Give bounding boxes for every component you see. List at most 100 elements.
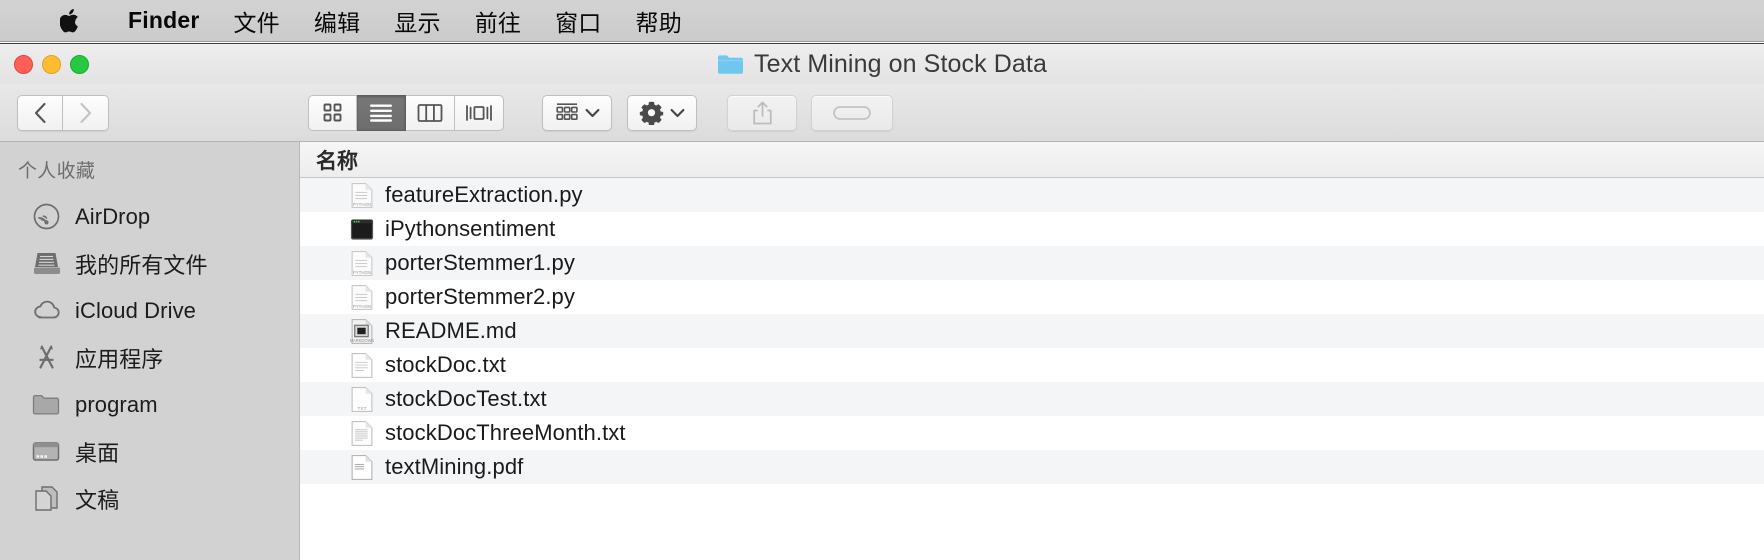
sidebar-item-icloud-drive[interactable]: iCloud Drive bbox=[0, 287, 299, 334]
terminal-app-icon bbox=[350, 218, 374, 240]
coverflow-view-icon bbox=[466, 104, 492, 121]
sidebar-section-favorites: 个人收藏 bbox=[18, 161, 96, 182]
airdrop-icon bbox=[32, 203, 60, 231]
documents-icon bbox=[32, 485, 60, 513]
sidebar-item-label: AirDrop bbox=[75, 203, 151, 229]
svg-text:PYTHON: PYTHON bbox=[353, 269, 372, 274]
file-list: 名称 PYTHON featureExtraction.py iPythonse… bbox=[300, 142, 1764, 560]
file-name: stockDoc.txt bbox=[385, 352, 507, 377]
sidebar-item-airdrop[interactable]: AirDrop bbox=[0, 193, 299, 240]
close-button[interactable] bbox=[14, 54, 33, 74]
table-row[interactable]: PYTHON porterStemmer2.py bbox=[300, 280, 1764, 314]
view-mode-segmented-control bbox=[308, 94, 504, 131]
toolbar bbox=[0, 84, 1764, 142]
forward-button[interactable] bbox=[63, 94, 109, 131]
file-name: featureExtraction.py bbox=[385, 182, 583, 207]
column-view-button[interactable] bbox=[406, 94, 455, 131]
applications-icon bbox=[32, 344, 60, 372]
menu-item-view[interactable]: 显示 bbox=[394, 4, 440, 38]
action-menu-button[interactable] bbox=[627, 94, 697, 131]
back-button[interactable] bbox=[17, 94, 63, 131]
table-row[interactable]: stockDoc.txt bbox=[300, 348, 1764, 382]
sidebar-item-desktop[interactable]: 桌面 bbox=[0, 428, 299, 475]
menu-item-window[interactable]: 窗口 bbox=[555, 4, 601, 38]
file-name: README.md bbox=[385, 318, 517, 343]
python-file-icon: PYTHON bbox=[351, 250, 373, 276]
sidebar-item-label: iCloud Drive bbox=[75, 297, 197, 323]
table-row[interactable]: PYTHON featureExtraction.py bbox=[300, 178, 1764, 212]
desktop-icon bbox=[32, 438, 60, 466]
minimize-button[interactable] bbox=[42, 54, 61, 74]
edit-tags-button[interactable] bbox=[811, 94, 893, 131]
file-name: porterStemmer1.py bbox=[385, 250, 575, 275]
menu-item-go[interactable]: 前往 bbox=[475, 4, 521, 38]
navigation-buttons bbox=[17, 94, 109, 131]
zoom-button[interactable] bbox=[70, 54, 89, 74]
svg-text:PYTHON: PYTHON bbox=[353, 201, 372, 206]
window-title-group: Text Mining on Stock Data bbox=[0, 44, 1764, 84]
arrange-by-button[interactable] bbox=[542, 94, 612, 131]
markdown-file-icon: MARKDOWN bbox=[350, 318, 374, 344]
sidebar-item-all-my-files[interactable]: 我的所有文件 bbox=[0, 240, 299, 287]
table-row[interactable]: PYTHON porterStemmer1.py bbox=[300, 246, 1764, 280]
window-title: Text Mining on Stock Data bbox=[754, 49, 1047, 78]
file-name: textMining.pdf bbox=[385, 454, 524, 479]
file-name: porterStemmer2.py bbox=[385, 284, 575, 309]
window-body: 个人收藏 AirDrop 我的所有文件 iCloud Drive 应用程序 pr… bbox=[0, 142, 1764, 560]
text-file-icon bbox=[351, 352, 373, 378]
menu-item-finder[interactable]: Finder bbox=[128, 7, 199, 34]
sidebar-item-label: program bbox=[75, 391, 158, 417]
window-titlebar: Text Mining on Stock Data bbox=[0, 44, 1764, 84]
coverflow-view-button[interactable] bbox=[455, 94, 504, 131]
file-name: stockDocTest.txt bbox=[385, 386, 547, 411]
pdf-file-icon bbox=[351, 454, 373, 480]
menu-item-help[interactable]: 帮助 bbox=[636, 4, 682, 38]
sidebar-item-label: 应用程序 bbox=[75, 346, 164, 372]
file-name: stockDocThreeMonth.txt bbox=[385, 420, 626, 445]
gear-icon bbox=[639, 101, 664, 125]
sidebar-item-label: 我的所有文件 bbox=[75, 252, 208, 278]
share-icon bbox=[752, 101, 772, 124]
grid-arrange-icon bbox=[555, 103, 578, 121]
sidebar-item-program[interactable]: program bbox=[0, 381, 299, 428]
table-row[interactable]: stockDocThreeMonth.txt bbox=[300, 416, 1764, 450]
sidebar-item-applications[interactable]: 应用程序 bbox=[0, 334, 299, 381]
share-button[interactable] bbox=[727, 94, 797, 131]
sidebar-item-label: 文稿 bbox=[75, 487, 120, 513]
tag-icon bbox=[833, 105, 871, 120]
menu-item-file[interactable]: 文件 bbox=[233, 4, 279, 38]
menu-bar: Finder 文件 编辑 显示 前往 窗口 帮助 bbox=[0, 0, 1764, 42]
chevron-down-icon bbox=[670, 108, 685, 117]
svg-text:MARKDOWN: MARKDOWN bbox=[350, 337, 374, 342]
column-header-label: 名称 bbox=[316, 149, 358, 173]
sidebar-item-label: 桌面 bbox=[75, 440, 120, 466]
icloud-icon bbox=[32, 297, 60, 325]
table-row[interactable]: TXT stockDocTest.txt bbox=[300, 382, 1764, 416]
sidebar: 个人收藏 AirDrop 我的所有文件 iCloud Drive 应用程序 pr… bbox=[0, 142, 300, 560]
list-view-icon bbox=[370, 104, 392, 122]
apple-logo-icon[interactable] bbox=[60, 8, 82, 34]
python-file-icon: PYTHON bbox=[351, 284, 373, 310]
folder-icon bbox=[718, 54, 744, 74]
traffic-lights bbox=[0, 54, 89, 74]
icon-view-button[interactable] bbox=[308, 94, 357, 131]
folder-icon bbox=[32, 391, 60, 419]
svg-text:TXT: TXT bbox=[357, 405, 366, 411]
text-file-icon: TXT bbox=[351, 386, 373, 412]
chevron-right-icon bbox=[80, 102, 92, 123]
text-file-icon bbox=[351, 420, 373, 446]
icon-view-icon bbox=[323, 103, 342, 122]
menu-item-edit[interactable]: 编辑 bbox=[314, 4, 360, 38]
table-row[interactable]: textMining.pdf bbox=[300, 450, 1764, 484]
all-my-files-icon bbox=[32, 250, 60, 278]
table-row[interactable]: iPythonsentiment bbox=[300, 212, 1764, 246]
table-row[interactable]: MARKDOWN README.md bbox=[300, 314, 1764, 348]
python-file-icon: PYTHON bbox=[351, 182, 373, 208]
list-view-button[interactable] bbox=[357, 94, 406, 131]
sidebar-item-documents[interactable]: 文稿 bbox=[0, 475, 299, 522]
column-header-name[interactable]: 名称 bbox=[300, 142, 1764, 178]
finder-window: Text Mining on Stock Data 个人收藏 AirDrop 我… bbox=[0, 43, 1764, 560]
svg-text:PYTHON: PYTHON bbox=[353, 303, 372, 308]
chevron-down-icon bbox=[585, 108, 599, 117]
column-view-icon bbox=[417, 103, 443, 122]
